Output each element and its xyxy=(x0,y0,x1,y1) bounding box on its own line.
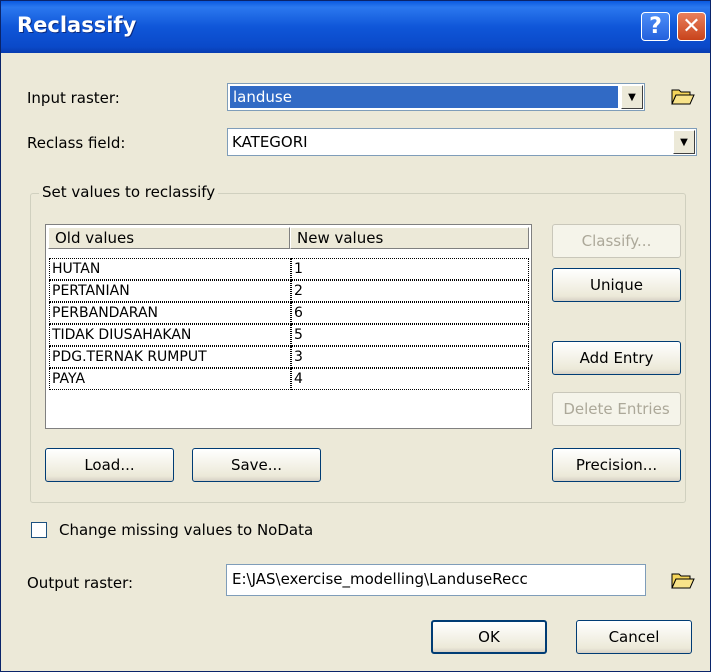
ok-button[interactable]: OK xyxy=(431,620,547,654)
reclass-field-dropdown[interactable]: KATEGORI ▼ xyxy=(227,128,697,156)
old-values-header[interactable]: Old values xyxy=(48,227,290,249)
new-value-cell[interactable]: 3 xyxy=(291,346,529,368)
input-raster-label: Input raster: xyxy=(27,89,120,107)
new-value-cell[interactable]: 4 xyxy=(291,368,529,390)
load-button[interactable]: Load... xyxy=(45,448,174,482)
new-value-cell[interactable]: 6 xyxy=(291,302,529,324)
reclass-table[interactable]: Old values New values HUTAN 1 PERTANIAN … xyxy=(45,224,532,429)
reclassify-dialog: Reclassify ? ✕ Input raster: landuse ▼ R… xyxy=(0,0,711,672)
old-value-cell[interactable]: PDG.TERNAK RUMPUT xyxy=(49,346,291,368)
reclass-field-value: KATEGORI xyxy=(232,133,308,151)
table-row[interactable]: TIDAK DIUSAHAKAN 5 xyxy=(49,324,529,346)
close-icon: ✕ xyxy=(682,14,701,39)
table-row[interactable]: PDG.TERNAK RUMPUT 3 xyxy=(49,346,529,368)
window-title: Reclassify xyxy=(17,13,137,37)
new-values-header[interactable]: New values xyxy=(290,227,529,249)
output-raster-label: Output raster: xyxy=(27,574,134,592)
old-value-cell[interactable]: PERBANDARAN xyxy=(49,302,291,324)
new-value-cell[interactable]: 2 xyxy=(291,280,529,302)
input-raster-value: landuse xyxy=(230,86,618,108)
old-value-cell[interactable]: TIDAK DIUSAHAKAN xyxy=(49,324,291,346)
output-raster-field[interactable]: E:\JAS\exercise_modelling\LanduseRecc xyxy=(226,564,646,596)
help-button[interactable]: ? xyxy=(641,12,670,41)
precision-button[interactable]: Precision... xyxy=(552,448,681,482)
old-value-cell[interactable]: PERTANIAN xyxy=(49,280,291,302)
set-values-legend: Set values to reclassify xyxy=(39,183,219,201)
title-bar[interactable]: Reclassify ? ✕ xyxy=(1,1,710,53)
close-button[interactable]: ✕ xyxy=(677,12,706,41)
output-raster-browse-button[interactable] xyxy=(668,565,698,595)
table-row[interactable]: PERTANIAN 2 xyxy=(49,280,529,302)
input-raster-browse-button[interactable] xyxy=(668,81,698,111)
table-row[interactable]: PERBANDARAN 6 xyxy=(49,302,529,324)
unique-button[interactable]: Unique xyxy=(552,268,681,302)
table-row[interactable]: HUTAN 1 xyxy=(49,258,529,280)
classify-button[interactable]: Classify... xyxy=(552,224,681,258)
help-icon: ? xyxy=(649,14,662,39)
dropdown-arrow-icon[interactable]: ▼ xyxy=(621,85,643,109)
open-folder-icon xyxy=(671,573,695,589)
new-value-cell[interactable]: 5 xyxy=(291,324,529,346)
input-raster-dropdown[interactable]: landuse ▼ xyxy=(227,83,645,111)
dropdown-arrow-icon[interactable]: ▼ xyxy=(673,130,695,154)
save-button[interactable]: Save... xyxy=(192,448,321,482)
add-entry-button[interactable]: Add Entry xyxy=(552,341,681,375)
missing-nodata-label: Change missing values to NoData xyxy=(59,521,314,539)
new-value-cell[interactable]: 1 xyxy=(291,258,529,280)
reclass-field-label: Reclass field: xyxy=(27,134,126,152)
old-value-cell[interactable]: PAYA xyxy=(49,368,291,390)
missing-nodata-checkbox[interactable] xyxy=(31,522,47,538)
delete-entries-button[interactable]: Delete Entries xyxy=(552,392,681,426)
table-row[interactable]: PAYA 4 xyxy=(49,368,529,390)
open-folder-icon xyxy=(671,89,695,105)
old-value-cell[interactable]: HUTAN xyxy=(49,258,291,280)
cancel-button[interactable]: Cancel xyxy=(576,620,692,654)
